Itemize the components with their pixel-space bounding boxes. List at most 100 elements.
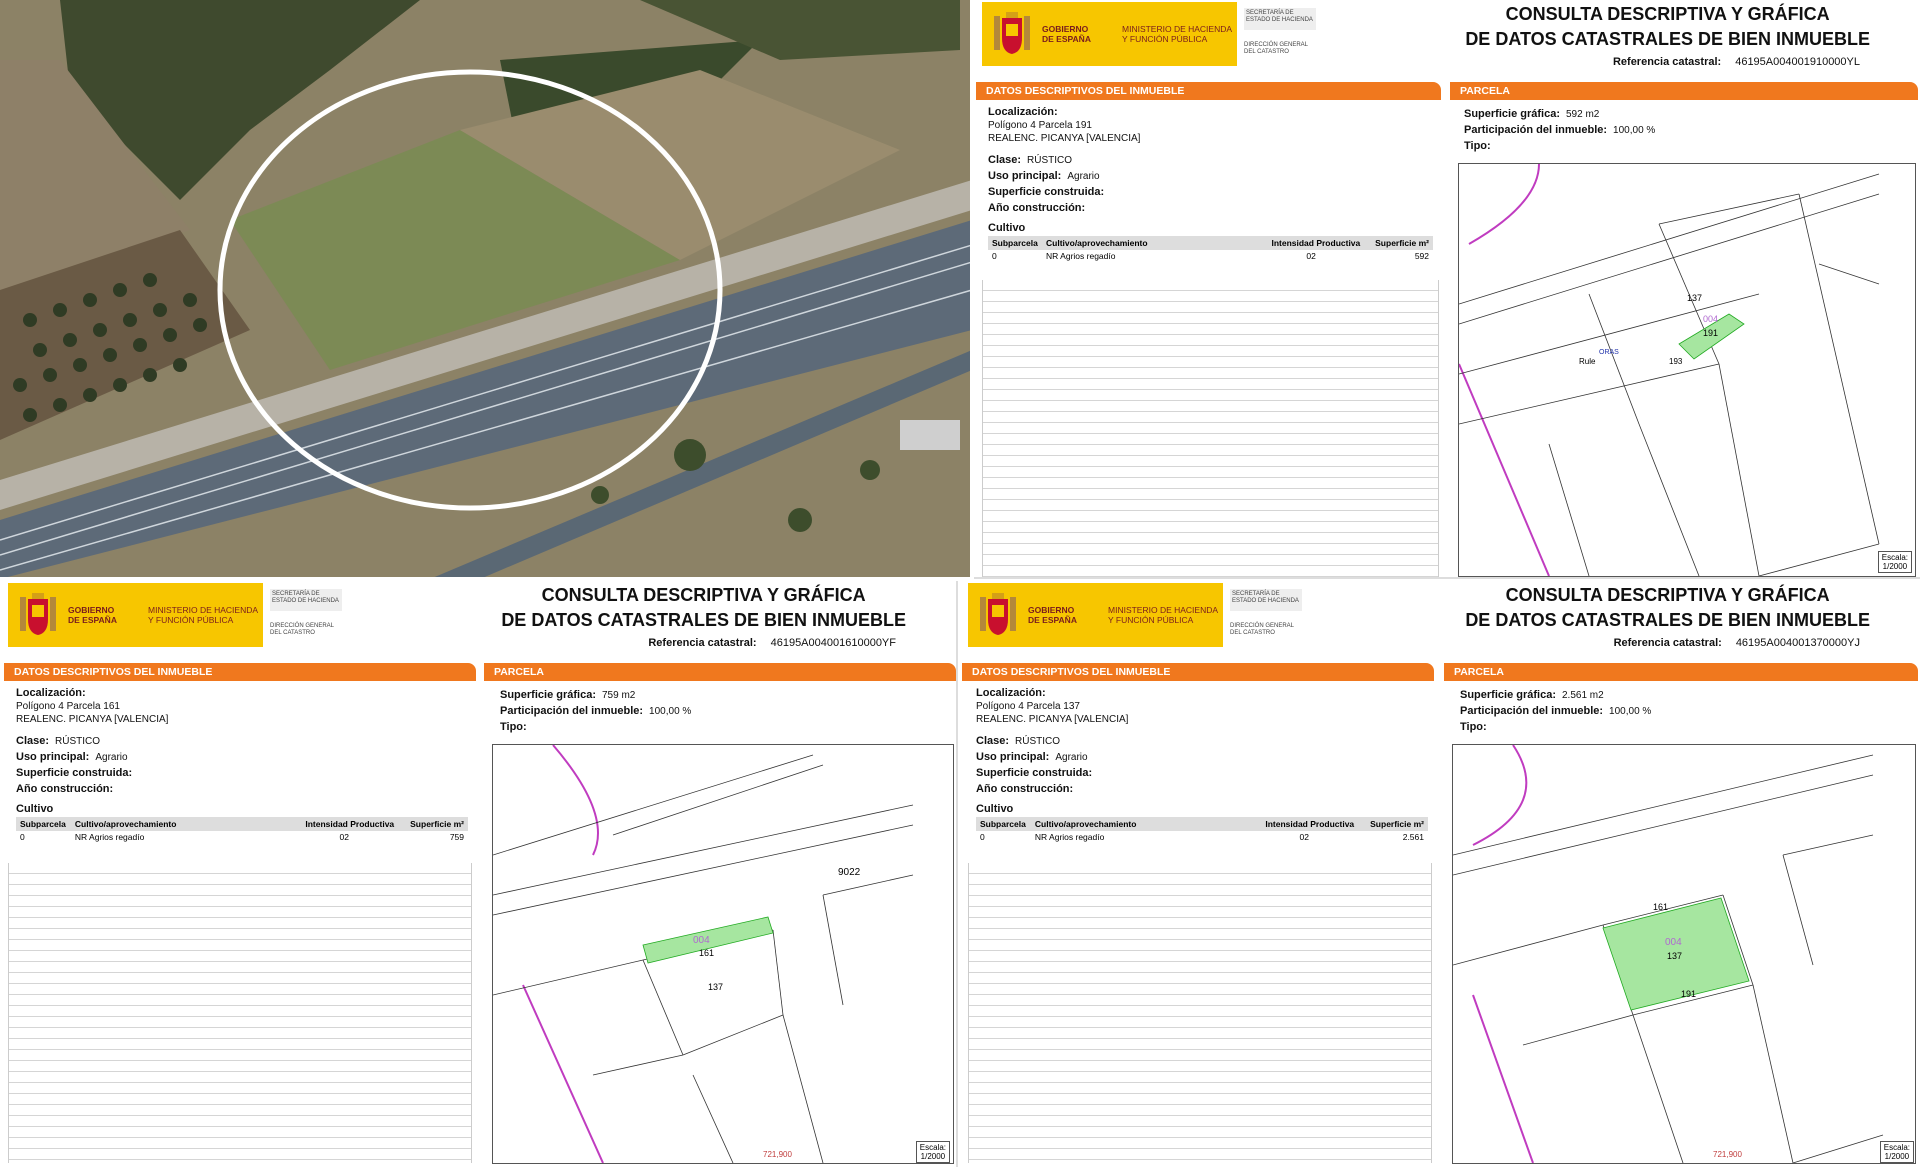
localizacion-line-1: Polígono 4 Parcela 137 — [976, 701, 1080, 712]
localizacion-line-2: REALENC. PICANYA [VALENCIA] — [976, 714, 1129, 725]
clase-label: Clase: — [976, 735, 1010, 747]
document-title: CONSULTA DESCRIPTIVA Y GRÁFICA DE DATOS … — [1465, 583, 1870, 633]
cell-subparcela: 0 — [980, 832, 985, 842]
escala-box: Escala: 1/2000 — [1877, 551, 1912, 573]
coat-of-arms-icon — [980, 593, 1016, 635]
document-header: GOBIERNO DE ESPAÑA MINISTERIO DE HACIEND… — [0, 581, 956, 659]
cultivo-table-header: Subparcela Cultivo/aprovechamiento Inten… — [16, 817, 468, 831]
title-line-2: DE DATOS CATASTRALES DE BIEN INMUEBLE — [501, 610, 906, 630]
title-line-2: DE DATOS CATASTRALES DE BIEN INMUEBLE — [1465, 29, 1870, 49]
parcela-section: Superficie gráfica: 592 m2 Participación … — [1464, 104, 1904, 156]
escala-label: Escala: — [1881, 553, 1908, 562]
clase-value: RÚSTICO — [55, 736, 101, 747]
localizacion-line-2: REALENC. PICANYA [VALENCIA] — [16, 714, 169, 725]
localizacion-line-1: Polígono 4 Parcela 191 — [988, 120, 1092, 131]
col-subparcela: Subparcela — [20, 819, 66, 829]
clase-value: RÚSTICO — [1027, 155, 1073, 166]
document-header: GOBIERNO DE ESPAÑA MINISTERIO DE HACIEND… — [960, 581, 1920, 659]
parcela-section: Superficie gráfica: 759 m2 Participación … — [500, 685, 940, 737]
uso-value: Agrario — [1055, 752, 1088, 763]
map-label-191: 191 — [1681, 989, 1696, 999]
cultivo-label: Cultivo — [988, 222, 1026, 234]
uso-value: Agrario — [1067, 171, 1100, 182]
sup-construida-label: Superficie construida: — [976, 767, 1093, 779]
cultivo-row: 0 NR Agrios regadío 02 2.561 — [976, 831, 1428, 843]
title-line-2: DE DATOS CATASTRALES DE BIEN INMUEBLE — [1465, 610, 1870, 630]
ref-label: Referencia catastral: — [1613, 637, 1722, 649]
referencia-catastral: Referencia catastral: 46195A004001610000Y… — [648, 637, 896, 649]
cultivo-row: 0 NR Agrios regadío 02 759 — [16, 831, 468, 843]
uso-label: Uso principal: — [16, 751, 90, 763]
sup-grafica-value: 592 m2 — [1565, 109, 1600, 120]
title-line-1: CONSULTA DESCRIPTIVA Y GRÁFICA — [1505, 4, 1830, 24]
gobierno-text: GOBIERNO DE ESPAÑA — [1042, 24, 1091, 44]
participacion-label: Participación del inmueble: — [1460, 705, 1604, 717]
datos-section: Localización: Polígono 4 Parcela 191 REA… — [988, 104, 1433, 262]
clase-label: Clase: — [988, 154, 1022, 166]
ministerio-text: MINISTERIO DE HACIENDA Y FUNCIÓN PÚBLICA — [1108, 605, 1218, 625]
government-logo: GOBIERNO DE ESPAÑA MINISTERIO DE HACIEND… — [982, 2, 1237, 66]
map-label-coordinate: 721,900 — [763, 1150, 792, 1159]
government-logo: GOBIERNO DE ESPAÑA MINISTERIO DE HACIEND… — [968, 583, 1223, 647]
datos-bar: DATOS DESCRIPTIVOS DEL INMUEBLE — [962, 663, 1434, 681]
datos-bar: DATOS DESCRIPTIVOS DEL INMUEBLE — [976, 82, 1441, 100]
uso-label: Uso principal: — [988, 170, 1062, 182]
sup-grafica-label: Superficie gráfica: — [1460, 689, 1556, 701]
ref-label: Referencia catastral: — [648, 637, 757, 649]
anio-label: Año construcción: — [988, 202, 1086, 214]
escala-value: 1/2000 — [920, 1152, 946, 1161]
col-intensidad: Intensidad Productiva — [1265, 819, 1355, 829]
participacion-label: Participación del inmueble: — [1464, 124, 1608, 136]
localizacion-label: Localización: — [976, 687, 1046, 699]
gobierno-text: GOBIERNO DE ESPAÑA — [1028, 605, 1077, 625]
parcela-bar: PARCELA — [1450, 82, 1918, 100]
datos-section: Localización: Polígono 4 Parcela 137 REA… — [976, 685, 1428, 843]
localizacion-label: Localización: — [988, 106, 1058, 118]
col-subparcela: Subparcela — [992, 238, 1038, 248]
map-label-004: 004 — [693, 935, 710, 946]
cell-cultivo: NR Agrios regadío — [1046, 251, 1116, 261]
cadastral-document-137: GOBIERNO DE ESPAÑA MINISTERIO DE HACIEND… — [960, 581, 1920, 1167]
escala-value: 1/2000 — [1884, 1152, 1910, 1161]
anio-label: Año construcción: — [976, 783, 1074, 795]
parcela-section: Superficie gráfica: 2.561 m2 Participació… — [1460, 685, 1900, 737]
cadastral-map: 161 004 137 191 721,900 — [1452, 744, 1916, 1164]
cadastral-document-191: GOBIERNO DE ESPAÑA MINISTERIO DE HACIEND… — [974, 0, 1920, 579]
sup-construida-label: Superficie construida: — [988, 186, 1105, 198]
cultivo-row: 0 NR Agrios regadío 02 592 — [988, 250, 1433, 262]
ruled-lines — [8, 863, 472, 1163]
map-label-137: 137 — [1667, 951, 1682, 961]
cell-cultivo: NR Agrios regadío — [1034, 832, 1105, 842]
document-title: CONSULTA DESCRIPTIVA Y GRÁFICA DE DATOS … — [501, 583, 906, 633]
escala-label: Escala: — [919, 1143, 946, 1152]
tipo-label: Tipo: — [500, 721, 527, 733]
map-label-coordinate: 721,900 — [1713, 1150, 1742, 1159]
cell-intensidad: 02 — [1299, 832, 1309, 842]
cell-superficie: 592 — [1414, 251, 1429, 261]
col-intensidad: Intensidad Productiva — [305, 819, 395, 829]
sup-grafica-label: Superficie gráfica: — [500, 689, 596, 701]
participacion-label: Participación del inmueble: — [500, 705, 644, 717]
direccion-text: DIRECCIÓN GENERAL DEL CATASTRO — [1230, 623, 1294, 636]
coat-of-arms-icon — [20, 593, 56, 635]
localizacion-line-2: REALENC. PICANYA [VALENCIA] — [988, 133, 1141, 144]
map-label-004: 004 — [1703, 314, 1718, 324]
localizacion-label: Localización: — [16, 687, 86, 699]
ruled-lines — [982, 280, 1439, 577]
map-label-9022: 9022 — [838, 867, 861, 878]
localizacion-line-1: Polígono 4 Parcela 161 — [16, 701, 120, 712]
aerial-photo — [0, 0, 972, 579]
coat-of-arms-icon — [994, 12, 1030, 54]
map-label-161: 161 — [1653, 902, 1668, 912]
tipo-label: Tipo: — [1460, 721, 1487, 733]
referencia-catastral: Referencia catastral: 46195A004001910000Y… — [1613, 56, 1860, 68]
map-label-road: Rule — [1579, 357, 1596, 366]
col-superficie: Superficie m² — [1370, 819, 1424, 829]
ref-value: 46195A004001910000YL — [1735, 56, 1860, 68]
cell-intensidad: 02 — [1306, 251, 1316, 261]
uso-label: Uso principal: — [976, 751, 1050, 763]
sup-grafica-value: 759 m2 — [601, 690, 636, 701]
map-label-137: 137 — [708, 982, 723, 992]
parcela-bar: PARCELA — [484, 663, 956, 681]
ministerio-text: MINISTERIO DE HACIENDA Y FUNCIÓN PÚBLICA — [148, 605, 258, 625]
